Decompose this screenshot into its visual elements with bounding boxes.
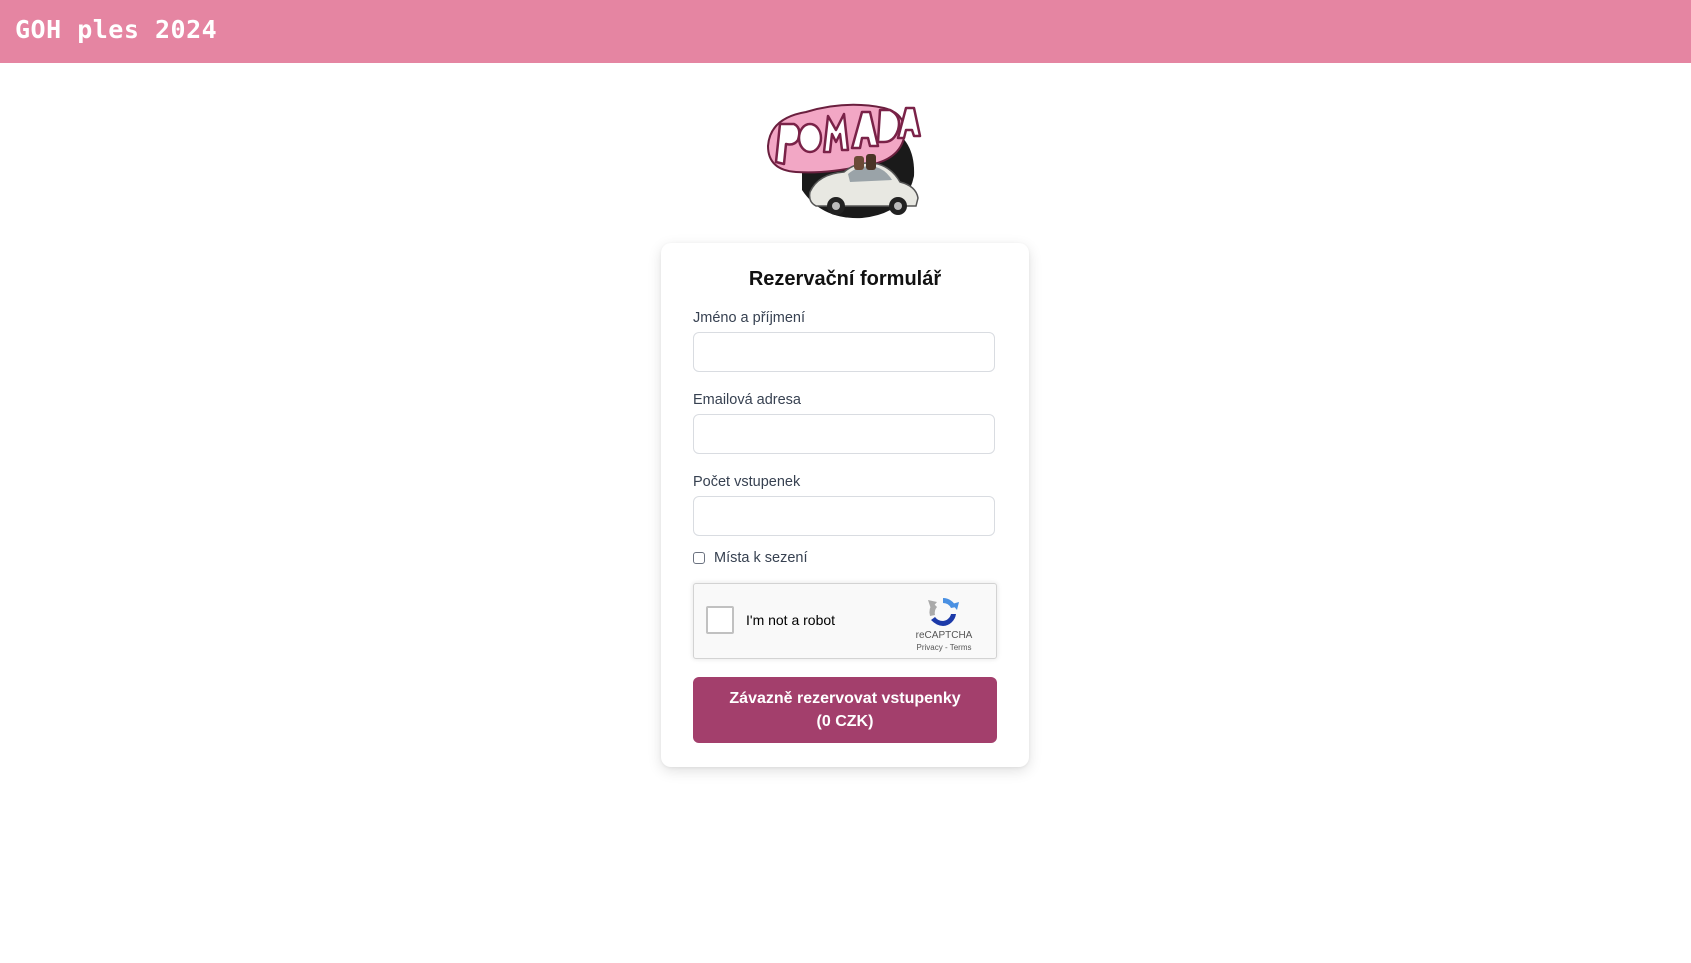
ticket-count-label: Počet vstupenek	[693, 474, 801, 490]
form-title: Rezervační formulář	[748, 268, 942, 290]
seating-checkbox-label[interactable]: Místa k sezení	[714, 550, 807, 566]
ticket-count-input[interactable]	[693, 496, 995, 536]
seating-checkbox[interactable]	[693, 552, 705, 564]
recaptcha-link-separator: -	[942, 643, 950, 652]
recaptcha-icon	[928, 598, 959, 626]
recaptcha-checkbox[interactable]	[706, 606, 734, 634]
reservation-form-card: Rezervační formulář Jméno a příjmení Ema…	[661, 243, 1029, 767]
email-label: Emailová adresa	[693, 392, 801, 408]
top-bar: GOH ples 2024	[0, 0, 1691, 63]
seating-checkbox-row[interactable]: Místa k sezení	[693, 549, 807, 567]
submit-button-price: (0 CZK)	[816, 713, 874, 730]
recaptcha-widget: I'm not a robot reCAPTCHA Privacy - Term…	[693, 583, 997, 659]
email-input[interactable]	[693, 414, 995, 454]
recaptcha-privacy-link[interactable]: Privacy	[917, 643, 943, 652]
name-input[interactable]	[693, 332, 995, 372]
recaptcha-brand: reCAPTCHA	[915, 630, 973, 641]
submit-button-label: Závazně rezervovat vstupenky	[729, 690, 961, 707]
recaptcha-links: Privacy - Terms	[904, 643, 984, 652]
site-title: GOH ples 2024	[15, 15, 218, 44]
name-label: Jméno a příjmení	[693, 310, 806, 326]
recaptcha-label: I'm not a robot	[746, 612, 836, 628]
pomada-logo	[766, 103, 922, 219]
recaptcha-terms-link[interactable]: Terms	[950, 643, 972, 652]
submit-reservation-button[interactable]: Závazně rezervovat vstupenky (0 CZK)	[693, 677, 997, 743]
